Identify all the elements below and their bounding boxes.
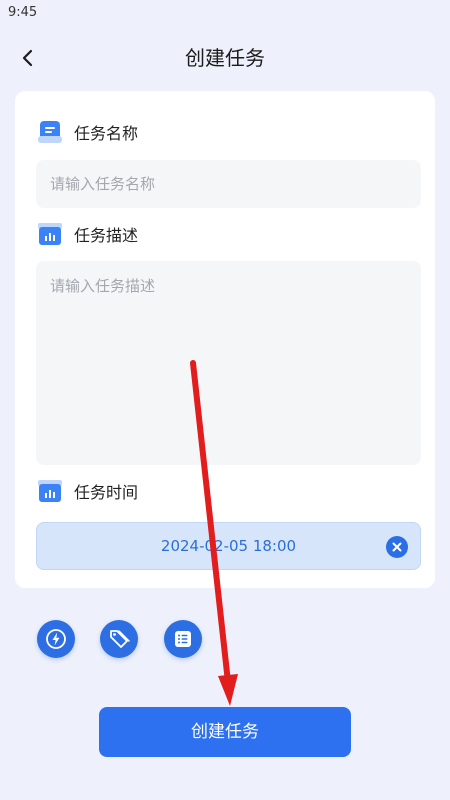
bar-chart-icon bbox=[38, 223, 62, 245]
task-desc-label: 任务描述 bbox=[74, 226, 139, 245]
task-form-card: 任务名称 任务描述 任务时间 2024-02-05 18:00 bbox=[15, 91, 435, 588]
document-icon bbox=[38, 121, 62, 143]
task-name-input[interactable] bbox=[36, 160, 421, 208]
bar-chart-icon bbox=[38, 480, 62, 502]
task-time-picker[interactable]: 2024-02-05 18:00 bbox=[36, 522, 421, 570]
close-icon bbox=[392, 542, 402, 552]
lightning-icon bbox=[46, 629, 66, 649]
tag-icon bbox=[110, 630, 130, 648]
priority-button[interactable] bbox=[37, 620, 75, 658]
header: 创建任务 bbox=[0, 38, 450, 78]
task-time-label: 任务时间 bbox=[74, 483, 139, 502]
task-time-label-row: 任务时间 bbox=[37, 478, 138, 504]
task-name-label-row: 任务名称 bbox=[37, 119, 138, 145]
chevron-left-icon bbox=[22, 49, 33, 67]
task-desc-label-row: 任务描述 bbox=[37, 221, 138, 247]
list-icon bbox=[175, 631, 191, 647]
page-title: 创建任务 bbox=[185, 46, 265, 70]
tag-button[interactable] bbox=[100, 620, 138, 658]
back-button[interactable] bbox=[14, 44, 42, 72]
task-desc-textarea[interactable] bbox=[36, 261, 421, 465]
checklist-button[interactable] bbox=[164, 620, 202, 658]
task-name-label: 任务名称 bbox=[74, 124, 139, 143]
create-task-button[interactable]: 创建任务 bbox=[99, 707, 351, 757]
status-bar: 9:45 bbox=[0, 0, 450, 26]
clear-time-button[interactable] bbox=[386, 536, 408, 558]
task-time-value: 2024-02-05 18:00 bbox=[160, 537, 297, 555]
status-time: 9:45 bbox=[8, 5, 38, 20]
